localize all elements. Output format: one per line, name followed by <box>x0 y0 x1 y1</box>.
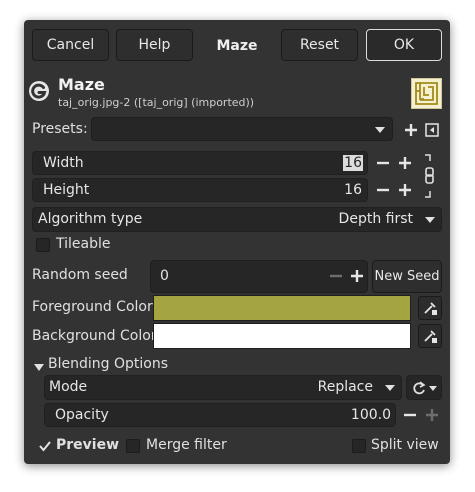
new-seed-button[interactable]: New Seed <box>372 260 442 293</box>
maze-dialog: Cancel Help Maze Reset OK Maze taj_orig.… <box>24 20 450 464</box>
opacity-spinscale[interactable]: Opacity 100.0 <box>44 403 396 427</box>
seed-decrement-icon[interactable] <box>326 266 346 286</box>
height-label: Height <box>43 182 90 198</box>
composite-mode-button[interactable] <box>406 375 442 400</box>
filter-name: Maze <box>58 75 105 94</box>
preview-checkbox[interactable] <box>38 439 52 453</box>
width-label: Width <box>43 155 84 171</box>
chevron-down-icon <box>385 385 395 391</box>
height-value[interactable]: 16 <box>344 182 362 198</box>
foreground-eyedropper-icon[interactable] <box>418 296 442 320</box>
split-view-checkbox[interactable] <box>352 439 366 453</box>
height-increment-icon[interactable] <box>395 180 415 200</box>
background-color-swatch[interactable] <box>153 323 411 349</box>
algorithm-type-value: Depth first <box>338 211 413 227</box>
height-spinscale[interactable]: Height 16 <box>32 178 368 202</box>
checkmark-icon <box>39 441 51 452</box>
algorithm-type-label: Algorithm type <box>38 211 143 227</box>
blending-options-label: Blending Options <box>48 356 168 372</box>
blend-mode-value: Replace <box>317 379 373 395</box>
add-preset-icon[interactable] <box>401 120 421 140</box>
chevron-down-icon <box>425 217 435 223</box>
tileable-label: Tileable <box>56 236 111 252</box>
background-eyedropper-icon[interactable] <box>418 324 442 348</box>
random-seed-label: Random seed <box>32 267 128 283</box>
foreground-color-swatch[interactable] <box>153 295 411 321</box>
maze-icon <box>411 78 442 109</box>
opacity-label: Opacity <box>55 407 109 423</box>
dialog-title: Maze <box>216 38 258 54</box>
width-spinscale[interactable]: Width 16 <box>32 151 368 175</box>
blend-mode-dropdown[interactable]: Mode Replace <box>44 375 402 400</box>
tileable-checkbox[interactable] <box>36 238 50 252</box>
chain-link-icon[interactable] <box>422 153 436 199</box>
width-decrement-icon[interactable] <box>373 153 393 173</box>
random-seed-value: 0 <box>160 268 169 284</box>
opacity-value[interactable]: 100.0 <box>351 407 391 423</box>
width-value[interactable]: 16 <box>343 155 363 171</box>
foreground-color-label: Foreground Color <box>32 299 153 315</box>
help-button[interactable]: Help <box>116 29 193 61</box>
gegl-logo-icon <box>28 80 50 102</box>
ok-button[interactable]: OK <box>366 29 442 61</box>
opacity-increment-icon[interactable] <box>422 405 442 425</box>
reset-button[interactable]: Reset <box>281 29 358 61</box>
merge-filter-checkbox[interactable] <box>126 439 140 453</box>
presets-dropdown[interactable] <box>91 117 393 141</box>
algorithm-type-dropdown[interactable]: Algorithm type Depth first <box>32 207 442 232</box>
seed-increment-icon[interactable] <box>347 266 367 286</box>
height-decrement-icon[interactable] <box>373 180 393 200</box>
width-increment-icon[interactable] <box>395 153 415 173</box>
chevron-down-icon <box>375 127 385 133</box>
presets-label: Presets: <box>32 121 88 137</box>
source-image-label: taj_orig.jpg-2 ([taj_orig] (imported)) <box>58 96 255 109</box>
blend-mode-label: Mode <box>49 379 88 395</box>
split-view-label: Split view <box>371 437 439 453</box>
blending-expander[interactable] <box>34 360 44 376</box>
merge-filter-label: Merge filter <box>146 437 227 453</box>
preset-menu-icon[interactable] <box>422 120 442 140</box>
expander-arrow-icon <box>34 364 44 371</box>
preview-label: Preview <box>56 437 120 453</box>
background-color-label: Background Color <box>32 328 157 344</box>
cancel-button[interactable]: Cancel <box>32 29 109 61</box>
composite-mode-icon <box>413 380 437 394</box>
opacity-decrement-icon[interactable] <box>400 405 420 425</box>
